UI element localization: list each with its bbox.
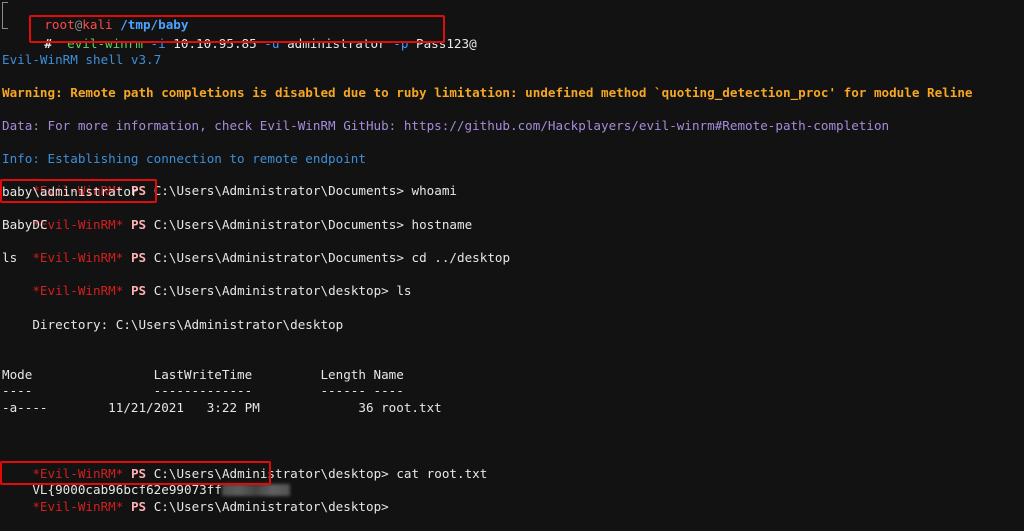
session-command: cd ../desktop xyxy=(411,250,511,265)
command-username: administrator xyxy=(287,36,386,51)
session-command: whoami xyxy=(411,183,458,198)
session-path: C:\Users\Administrator\Documents> xyxy=(153,250,404,265)
prompt-corner-bottom xyxy=(2,21,8,29)
session-path: C:\Users\Administrator\desktop> xyxy=(153,283,389,298)
session-line-ls: *Evil-WinRM* PS C:\Users\Administrator\d… xyxy=(2,267,411,298)
session-command: ls xyxy=(396,283,412,298)
warning-message: Warning: Remote path completions is disa… xyxy=(2,85,973,100)
whoami-output: baby\administrator xyxy=(2,184,139,199)
session-line-cd: *Evil-WinRM* PS C:\Users\Administrator\D… xyxy=(2,234,510,265)
prompt-symbol: # xyxy=(44,36,52,51)
ps-label: PS xyxy=(130,283,147,298)
session-line-final[interactable]: *Evil-WinRM* PS C:\Users\Administrator\d… xyxy=(2,483,388,514)
session-line-whoami: *Evil-WinRM* PS C:\Users\Administrator\D… xyxy=(2,167,457,198)
command-flag-i: -i xyxy=(150,36,166,51)
directory-header: Mode LastWriteTime Length Name xyxy=(2,367,404,382)
command-ip: 10.10.95.85 xyxy=(173,36,257,51)
hostname-output: BabyDC xyxy=(2,217,48,232)
winrm-prefix: *Evil-WinRM* xyxy=(32,499,124,514)
directory-divider: ---- ------------- ------ ---- xyxy=(2,383,404,398)
session-path: C:\Users\Administrator\Documents> xyxy=(153,217,404,232)
terminal-window[interactable]: root@kali /tmp/baby # evil-winrm -i 10.1… xyxy=(0,0,1024,514)
ps-label: PS xyxy=(130,217,147,232)
command-base: evil-winrm xyxy=(67,36,143,51)
typed-ls: ls xyxy=(2,250,18,265)
winrm-prefix: *Evil-WinRM* xyxy=(32,250,124,265)
command-flag-u: -u xyxy=(264,36,280,51)
prompt-corner-top xyxy=(2,2,8,21)
ps-label: PS xyxy=(130,250,147,265)
directory-row: -a---- 11/21/2021 3:22 PM 36 root.txt xyxy=(2,400,442,415)
session-command: hostname xyxy=(411,217,473,232)
info-message: Info: Establishing connection to remote … xyxy=(2,151,366,166)
ps-label: PS xyxy=(130,499,147,514)
data-message: Data: For more information, check Evil-W… xyxy=(2,118,890,133)
prompt-line: root@kali /tmp/baby xyxy=(14,1,188,32)
command-password: Pass123@ xyxy=(416,36,477,51)
shell-version: Evil-WinRM shell v3.7 xyxy=(2,52,162,67)
directory-label: Directory: C:\Users\Administrator\deskto… xyxy=(2,317,344,332)
command-flag-p: -p xyxy=(393,36,409,51)
command-line[interactable]: # evil-winrm -i 10.10.95.85 -u administr… xyxy=(14,20,476,51)
session-command: cat root.txt xyxy=(396,466,488,481)
session-path: C:\Users\Administrator\desktop> xyxy=(153,499,389,514)
session-line-hostname: *Evil-WinRM* PS C:\Users\Administrator\D… xyxy=(2,201,472,232)
session-path: C:\Users\Administrator\Documents> xyxy=(153,183,404,198)
flag-output: VL{9000cab96bcf62e99073ff xyxy=(2,466,290,497)
winrm-prefix: *Evil-WinRM* xyxy=(32,283,124,298)
session-line-cat: *Evil-WinRM* PS C:\Users\Administrator\d… xyxy=(2,450,487,481)
